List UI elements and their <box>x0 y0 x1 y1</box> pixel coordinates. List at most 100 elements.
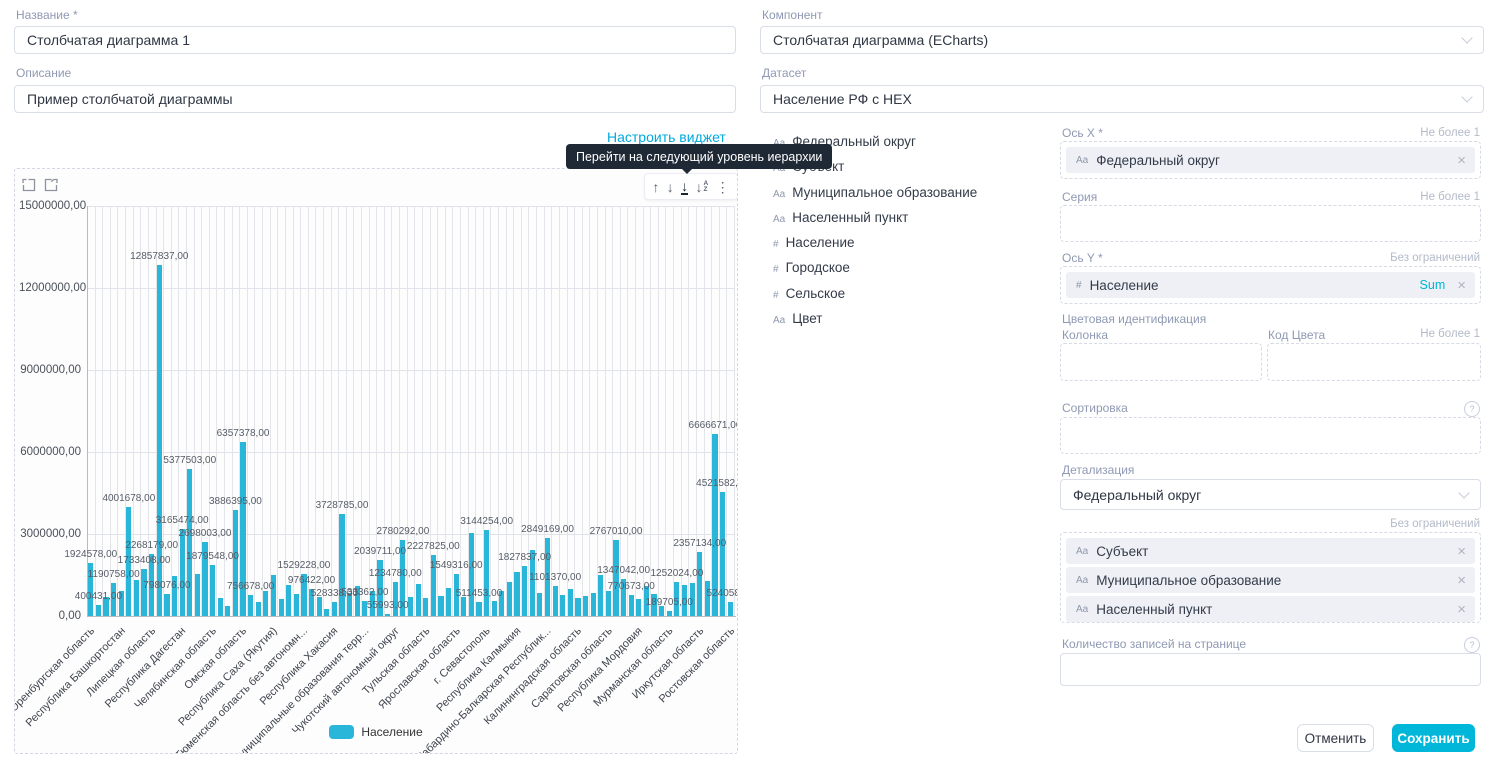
color-column-dropzone[interactable] <box>1060 343 1262 381</box>
bar[interactable] <box>446 588 451 616</box>
text-field-icon: Aa <box>1076 546 1088 557</box>
bar[interactable] <box>233 510 238 616</box>
axis-x-dropzone[interactable]: Aa Федеральный округ × <box>1060 141 1481 179</box>
page-size-input[interactable] <box>1060 653 1481 686</box>
bar[interactable] <box>339 514 344 616</box>
bar[interactable] <box>598 575 603 616</box>
bar[interactable] <box>164 594 169 616</box>
bar[interactable] <box>324 609 329 616</box>
text-field-icon: Aa <box>773 214 785 225</box>
bar[interactable] <box>591 593 596 616</box>
bar[interactable] <box>423 598 428 616</box>
bar[interactable] <box>180 529 185 616</box>
close-icon[interactable]: × <box>1457 573 1466 588</box>
bar[interactable] <box>553 586 558 616</box>
bar-value-label: 1190758,00 <box>88 569 140 580</box>
series-dropzone[interactable] <box>1060 205 1481 242</box>
legend-item[interactable]: Население <box>15 725 737 739</box>
field-item[interactable]: Aa Муниципальное образование <box>773 185 977 200</box>
bar[interactable] <box>537 593 542 616</box>
bar[interactable] <box>218 598 223 616</box>
bar[interactable] <box>583 596 588 616</box>
bar[interactable] <box>225 606 230 616</box>
bar[interactable] <box>476 602 481 616</box>
configure-widget-link[interactable]: Настроить виджет <box>607 129 726 145</box>
bar[interactable] <box>629 595 634 616</box>
gridline-v <box>551 206 552 616</box>
bar[interactable] <box>469 533 474 616</box>
bar[interactable] <box>134 580 139 616</box>
bar[interactable] <box>294 594 299 616</box>
bar[interactable] <box>385 614 390 616</box>
bar[interactable] <box>438 596 443 616</box>
detail-chip[interactable]: Aa Населенный пункт × <box>1066 596 1475 622</box>
more-options-icon[interactable]: ⋮ <box>716 180 730 194</box>
bar[interactable] <box>195 574 200 616</box>
bar[interactable] <box>575 598 580 616</box>
gridline-v <box>254 206 255 616</box>
bar[interactable] <box>141 569 146 616</box>
axis-x-chip[interactable]: Aa Федеральный округ × <box>1066 147 1475 173</box>
bar[interactable] <box>514 572 519 616</box>
dataset-select[interactable]: Население РФ с HEX <box>760 85 1484 113</box>
bar[interactable] <box>256 602 261 616</box>
bar[interactable] <box>705 581 710 616</box>
bar[interactable] <box>210 565 215 616</box>
color-code-dropzone[interactable] <box>1267 343 1481 381</box>
drill-down-icon[interactable]: ↓ <box>681 179 688 195</box>
field-item[interactable]: # Население <box>773 235 855 250</box>
field-item[interactable]: # Сельское <box>773 286 845 301</box>
bar[interactable] <box>96 605 101 616</box>
detail-chip[interactable]: Aa Муниципальное образование × <box>1066 567 1475 593</box>
close-icon[interactable]: × <box>1457 153 1466 168</box>
bar[interactable] <box>461 597 466 616</box>
bar[interactable] <box>568 589 573 616</box>
detail-chip[interactable]: Aa Субъект × <box>1066 538 1475 564</box>
bar[interactable] <box>484 530 489 616</box>
bar[interactable] <box>187 469 192 616</box>
question-icon[interactable]: ? <box>1464 401 1480 417</box>
bar[interactable] <box>606 591 611 616</box>
level-up-icon[interactable]: ↑ <box>652 180 659 194</box>
bar[interactable] <box>507 582 512 616</box>
bar[interactable] <box>416 584 421 616</box>
bar-chart[interactable]: 0,003000000,006000000,009000000,00120000… <box>15 169 737 753</box>
bar[interactable] <box>560 595 565 616</box>
sorting-dropzone[interactable] <box>1060 417 1481 454</box>
field-item[interactable]: # Городское <box>773 260 850 275</box>
close-icon[interactable]: × <box>1457 544 1466 559</box>
bar[interactable] <box>613 540 618 616</box>
y-axis-tick-label: 0,00 <box>19 610 81 622</box>
axis-y-chip[interactable]: # Население Sum × <box>1066 272 1475 298</box>
bar[interactable] <box>522 566 527 616</box>
sort-icon[interactable]: ↓ AZ <box>696 180 709 194</box>
bar[interactable] <box>317 597 322 616</box>
field-item[interactable]: Aa Населенный пункт <box>773 210 908 225</box>
level-down-icon[interactable]: ↓ <box>667 180 674 194</box>
bar[interactable] <box>263 591 268 616</box>
save-button[interactable]: Сохранить <box>1392 724 1475 752</box>
close-icon[interactable]: × <box>1457 278 1466 293</box>
bar-value-label: 1347042,00 <box>597 565 650 576</box>
field-item[interactable]: Aa Цвет <box>773 311 822 326</box>
cancel-button[interactable]: Отменить <box>1297 724 1374 752</box>
bar[interactable] <box>286 585 291 616</box>
bar[interactable] <box>279 599 284 616</box>
widget-description-input[interactable] <box>14 85 736 113</box>
bar[interactable] <box>248 595 253 616</box>
bar[interactable] <box>697 552 702 616</box>
component-select[interactable]: Столбчатая диаграмма (ECharts) <box>760 26 1484 54</box>
bar[interactable] <box>667 611 672 616</box>
detail-dropzone[interactable]: Aa Субъект × Aa Муниципальное образовани… <box>1060 532 1481 623</box>
detail-select[interactable]: Федеральный округ <box>1060 479 1481 510</box>
bar[interactable] <box>728 602 733 616</box>
close-icon[interactable]: × <box>1457 602 1466 617</box>
bar[interactable] <box>636 599 641 616</box>
aggregation-tag[interactable]: Sum <box>1420 278 1446 292</box>
bar[interactable] <box>492 601 497 616</box>
gridline-v <box>460 206 461 616</box>
axis-y-dropzone[interactable]: # Население Sum × <box>1060 266 1481 304</box>
bar[interactable] <box>332 602 337 616</box>
question-icon[interactable]: ? <box>1464 637 1480 653</box>
widget-name-input[interactable] <box>14 26 736 54</box>
